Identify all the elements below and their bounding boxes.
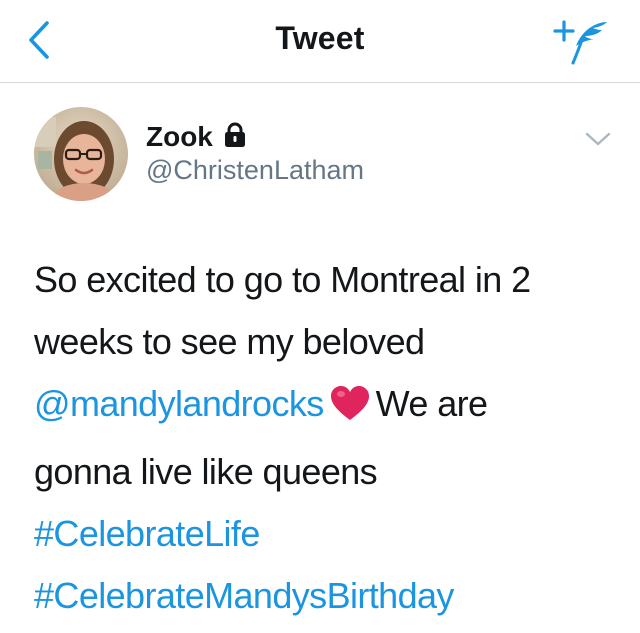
author-handle[interactable]: @ChristenLatham xyxy=(146,155,364,186)
tweet-options-button[interactable] xyxy=(582,127,614,151)
tweet-text-line: #CelebrateMandysBirthday xyxy=(34,565,614,627)
hashtag-link[interactable]: #CelebrateLife xyxy=(34,513,260,554)
tweet-text-line: @mandylandrocks We are xyxy=(34,373,614,441)
avatar[interactable] xyxy=(34,107,128,201)
tweet-text-line: weeks to see my beloved xyxy=(34,321,425,362)
mention-link[interactable]: @mandylandrocks xyxy=(34,383,324,424)
tweet-text-line: So excited to go to Montreal in 2 xyxy=(34,259,531,300)
compose-feather-icon xyxy=(553,20,607,65)
compose-button[interactable] xyxy=(552,16,614,68)
author-name[interactable]: Zook xyxy=(146,121,213,153)
lock-icon xyxy=(223,122,247,153)
tweet-text: So excited to go to Montreal in 2 weeks … xyxy=(34,249,614,627)
chevron-down-icon xyxy=(585,132,611,146)
tweet-text-line: gonna live like queens xyxy=(34,451,378,492)
tweet-text-segment: We are xyxy=(375,383,488,424)
hashtag-link[interactable]: #CelebrateMandysBirthday xyxy=(34,575,454,616)
tweet-text-line: #CelebrateLife xyxy=(34,503,614,565)
author-name-row: Zook xyxy=(146,121,247,153)
navigation-bar: Tweet xyxy=(0,0,640,83)
avatar-image xyxy=(34,107,128,201)
heart-emoji-icon xyxy=(330,379,370,441)
page-title: Tweet xyxy=(275,20,365,56)
